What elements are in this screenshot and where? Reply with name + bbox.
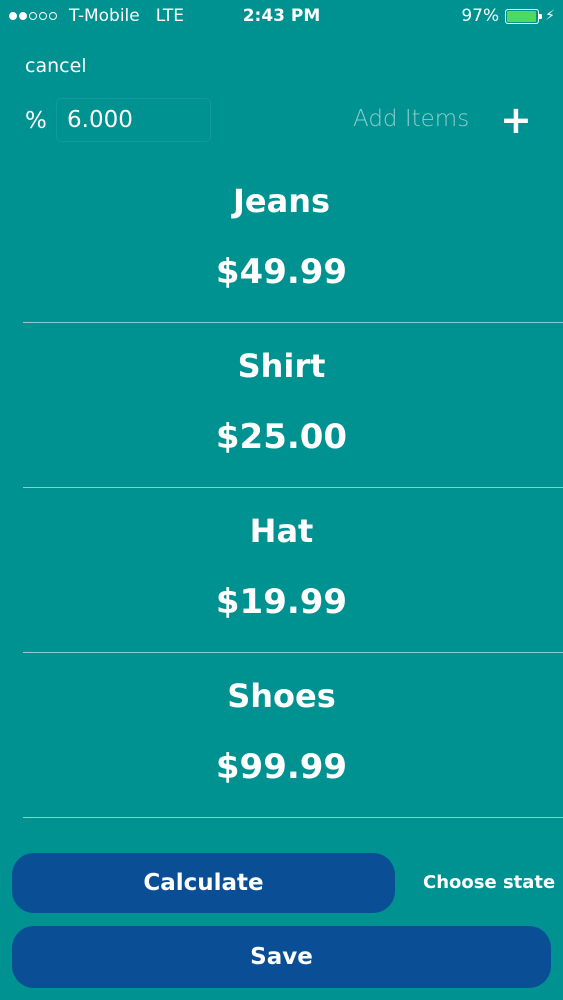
item-price: $19.99 [215,582,348,622]
status-right: 97% ⚡ [461,6,555,26]
add-items-label: Add Items [353,106,470,132]
tax-rate-input[interactable] [56,98,211,142]
item-price: $49.99 [215,252,348,292]
item-name: Shirt [237,347,326,385]
battery-tip [539,13,543,19]
status-bar: T-Mobile LTE 2:43 PM 97% ⚡ [0,0,563,34]
save-button[interactable]: Save [12,926,551,988]
add-item-plus-icon[interactable]: + [500,98,532,142]
percent-symbol: % [25,108,47,134]
item-list: Jeans $49.99 Shirt $25.00 Hat $19.99 Sho… [23,158,563,818]
item-price: $99.99 [215,747,348,787]
list-item[interactable]: Hat $19.99 [23,488,563,653]
item-name: Jeans [232,182,331,220]
list-item[interactable]: Shirt $25.00 [23,323,563,488]
cancel-button[interactable]: cancel [25,55,87,77]
list-item[interactable]: Shoes $99.99 [23,653,563,818]
item-name: Shoes [227,677,336,715]
item-price: $25.00 [215,417,348,457]
battery-icon [505,8,543,24]
calculate-button[interactable]: Calculate [12,853,395,913]
list-item[interactable]: Jeans $49.99 [23,158,563,323]
battery-fill [507,10,537,22]
choose-state-button[interactable]: Choose state [423,872,555,893]
battery-percent: 97% [461,6,500,26]
item-name: Hat [249,512,314,550]
tax-row: % Add Items + [0,98,563,144]
charging-bolt-icon: ⚡ [545,8,555,24]
